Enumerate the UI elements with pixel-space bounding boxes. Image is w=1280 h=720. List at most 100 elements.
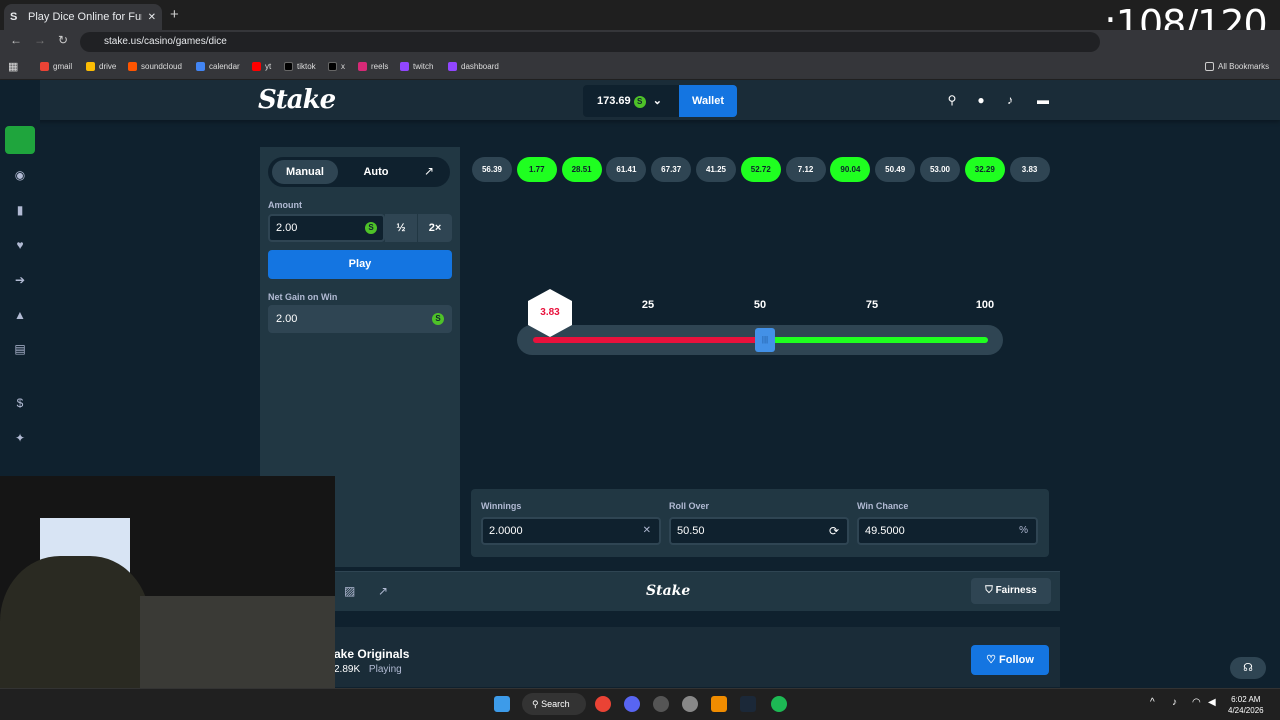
net-gain-field: 2.00 S [268, 305, 452, 333]
history-pill[interactable]: 28.51 [561, 157, 602, 182]
tab-manual[interactable]: Manual [272, 160, 338, 184]
apps-grid-icon[interactable]: ▦ [8, 60, 18, 73]
stake-originals-icon[interactable]: $ [11, 394, 29, 412]
recent-icon[interactable]: ➔ [11, 271, 29, 289]
spotify-icon[interactable] [771, 696, 787, 712]
close-tab-icon[interactable]: ✕ [148, 12, 156, 23]
stake-logo[interactable]: Stake [258, 85, 336, 115]
chat-icon[interactable]: ▬ [1036, 93, 1050, 107]
site-header: ≡ Stake 173.69 S ⌄ Wallet ⚲ ● ♪ ▬ [0, 80, 1280, 120]
steam-icon[interactable] [740, 696, 756, 712]
history-pill[interactable]: 90.04 [830, 157, 871, 182]
new-tab-button[interactable]: + [170, 6, 179, 23]
stake-favicon-icon: S [10, 11, 18, 23]
bookmark-x[interactable]: x [328, 62, 345, 71]
history-pill[interactable]: 53.00 [920, 157, 960, 182]
chart-icon[interactable]: ▨ [344, 584, 355, 598]
history-pill[interactable]: 41.25 [696, 157, 736, 182]
swap-icon[interactable]: ⟳ [829, 519, 839, 543]
browser-tab[interactable]: S Play Dice Online for Fun & | ✕ [4, 4, 162, 30]
search-icon: ⚲ [532, 699, 539, 709]
app-icon[interactable] [653, 696, 669, 712]
bookmark-dashboard[interactable]: dashboard [448, 62, 499, 71]
sports-icon[interactable]: ◉ [11, 166, 29, 184]
discord-icon[interactable] [624, 696, 640, 712]
coin-icon: S [365, 222, 377, 234]
tab-title: Play Dice Online for Fun & | [28, 11, 142, 23]
amount-input[interactable]: 2.00 S [268, 214, 385, 242]
history-pill[interactable]: 67.37 [651, 157, 692, 182]
history-pill[interactable]: 1.77 [516, 157, 557, 182]
coin-icon: S [633, 96, 646, 108]
mic-icon[interactable]: ♪ [1172, 697, 1177, 708]
user-icon[interactable]: ● [974, 93, 988, 107]
volume-icon[interactable]: ◀ [1208, 697, 1216, 708]
balance-display[interactable]: 173.69 S ⌄ [583, 85, 679, 117]
win-chance-field[interactable]: 49.5000 % [857, 517, 1038, 545]
tick-label: 100 [975, 299, 995, 311]
search-icon[interactable]: ⚲ [945, 93, 959, 107]
balance-value: 173.69 [597, 95, 631, 107]
bookmark-tiktok[interactable]: tiktok [284, 62, 316, 71]
footer-brand: Stake [646, 583, 691, 599]
follow-label: Follow [999, 654, 1034, 666]
notifications-icon[interactable]: ♪ [1003, 93, 1017, 107]
slider-handle[interactable]: ||| [755, 328, 775, 352]
favorites-icon[interactable]: ♥ [11, 236, 29, 254]
roll-over-label: Roll Over [669, 501, 710, 511]
bookmark-reels[interactable]: reels [358, 62, 388, 71]
chrome-icon[interactable] [595, 696, 611, 712]
all-bookmarks[interactable]: All Bookmarks [1205, 62, 1269, 71]
playing-label: Playing [368, 664, 402, 675]
reload-icon[interactable]: ↻ [58, 33, 68, 47]
double-button[interactable]: 2× [418, 214, 452, 242]
taskbar-search[interactable]: ⚲ Search [522, 693, 586, 715]
net-gain-value: 2.00 [276, 313, 298, 325]
bookmark-twitch[interactable]: twitch [400, 62, 433, 71]
history-pill[interactable]: 56.39 [472, 157, 512, 182]
windows-start-icon[interactable] [494, 696, 510, 712]
url-field[interactable]: stake.us/casino/games/dice [80, 32, 1100, 52]
taskbar-search-label: Search [541, 699, 570, 709]
amount-label: Amount [268, 200, 302, 210]
bookmark-gmail[interactable]: gmail [40, 62, 72, 71]
winnings-field[interactable]: 2.0000 ✕ [481, 517, 661, 545]
challenges-icon[interactable]: ▲ [11, 306, 29, 324]
forward-icon[interactable]: → [34, 33, 46, 47]
history-pill[interactable]: 61.41 [606, 157, 647, 182]
history-pill[interactable]: 52.72 [740, 157, 781, 182]
wallet-button[interactable]: Wallet [679, 85, 737, 117]
new-releases-icon[interactable]: ✦ [11, 429, 29, 447]
fl-studio-icon[interactable] [711, 696, 727, 712]
clock[interactable]: 6:02 AM 4/24/2026 [1228, 694, 1264, 716]
wifi-icon[interactable]: ◠ [1192, 697, 1201, 708]
tab-auto[interactable]: Auto [344, 160, 408, 184]
trend-icon[interactable]: ↗ [378, 584, 388, 598]
bets-icon[interactable]: ▤ [11, 340, 29, 358]
bookmark-yt[interactable]: yt [252, 62, 271, 71]
play-button[interactable]: Play [268, 250, 452, 279]
casino-nav-button[interactable] [5, 126, 35, 154]
half-button[interactable]: ½ [385, 214, 417, 242]
history-pill[interactable]: 7.12 [785, 157, 826, 182]
stats-icon[interactable]: ↗ [424, 164, 434, 178]
ccleaner-icon[interactable] [682, 696, 698, 712]
history-pill[interactable]: 3.83 [1009, 157, 1050, 182]
mode-tabs: Manual Auto ↗ [268, 157, 450, 187]
follow-button[interactable]: ♡ Follow [971, 645, 1049, 675]
bookmarks-bar: ▦ gmail drive soundcloud calendar yt tik… [0, 54, 1280, 80]
history-pill[interactable]: 32.29 [964, 157, 1005, 182]
back-icon[interactable]: ← [10, 33, 22, 47]
roll-over-field[interactable]: 50.50 ⟳ [669, 517, 849, 545]
tick-label: 25 [641, 299, 655, 311]
bookmark-soundcloud[interactable]: soundcloud [128, 62, 182, 71]
support-icon[interactable]: ☊ [1230, 657, 1266, 679]
bookmark-drive[interactable]: drive [86, 62, 116, 71]
bookmark-icon[interactable]: ▮ [11, 201, 29, 219]
history-pill[interactable]: 50.49 [875, 157, 916, 182]
win-chance-value: 49.5000 [865, 525, 905, 537]
fairness-button[interactable]: ⛉ Fairness [971, 578, 1051, 604]
bookmark-calendar[interactable]: calendar [196, 62, 240, 71]
stake-originals-section: ake Originals 2.89K Playing ♡ Follow [260, 627, 1060, 687]
tray-chevron-icon[interactable]: ^ [1150, 697, 1155, 708]
